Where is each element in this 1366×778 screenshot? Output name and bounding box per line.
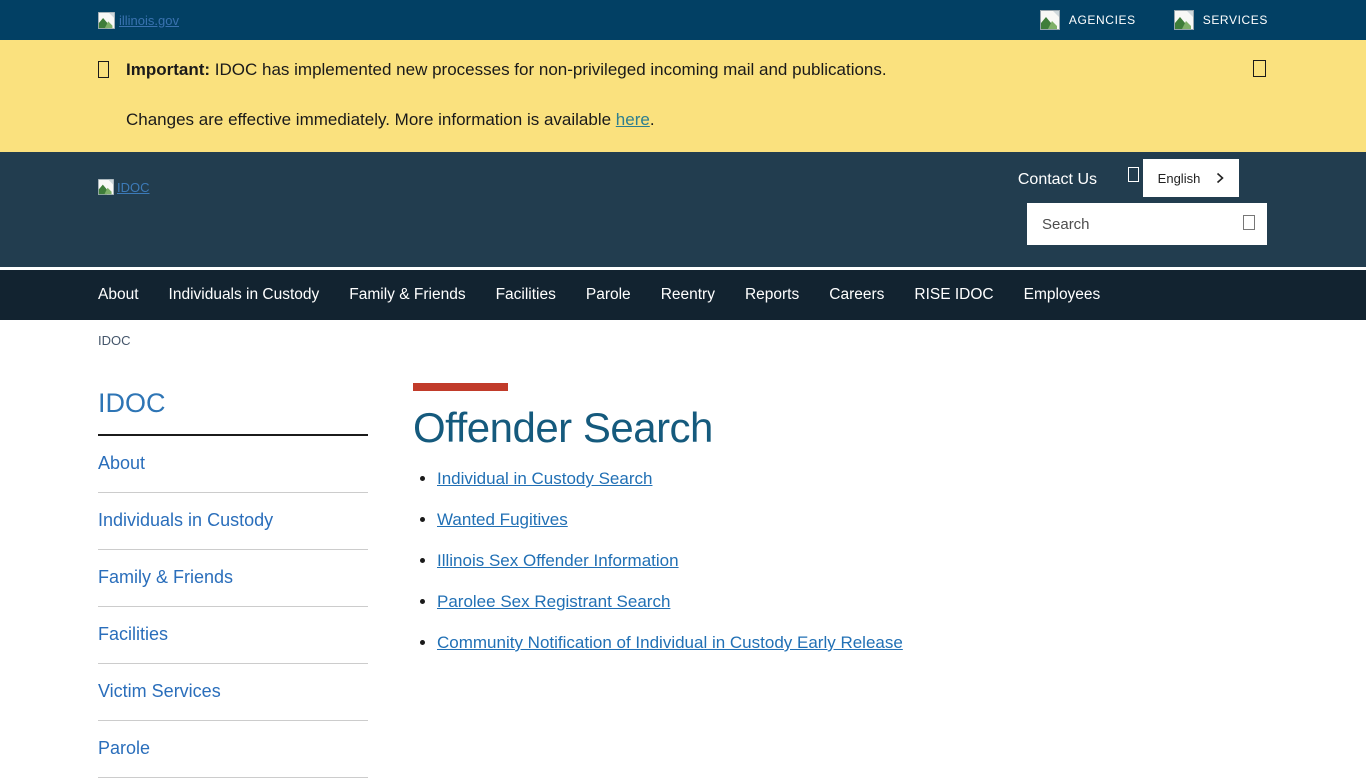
link-community-notification-early-release[interactable]: Community Notification of Individual in … bbox=[437, 633, 903, 652]
sidebar-title-idoc[interactable]: IDOC bbox=[98, 388, 368, 436]
nav-item-parole[interactable]: Parole bbox=[586, 286, 631, 304]
illinois-gov-logo-alt: illinois.gov bbox=[119, 13, 179, 28]
link-illinois-sex-offender-information[interactable]: Illinois Sex Offender Information bbox=[437, 551, 679, 570]
nav-item-about[interactable]: About bbox=[98, 286, 139, 304]
nav-item-family-friends[interactable]: Family & Friends bbox=[349, 286, 465, 304]
sidebar-list: About Individuals in Custody Family & Fr… bbox=[98, 436, 368, 778]
utility-links: AGENCIES SERVICES bbox=[1040, 10, 1268, 30]
list-item: Individual in Custody Search bbox=[437, 469, 903, 489]
services-link[interactable]: SERVICES bbox=[1174, 10, 1268, 30]
close-icon[interactable] bbox=[1253, 60, 1266, 77]
list-item: About bbox=[98, 436, 368, 493]
nav-item-careers[interactable]: Careers bbox=[829, 286, 884, 304]
link-individual-in-custody-search[interactable]: Individual in Custody Search bbox=[437, 469, 652, 488]
list-item: Facilities bbox=[98, 607, 368, 664]
page-content: IDOC About Individuals in Custody Family… bbox=[0, 353, 1366, 778]
search-input[interactable] bbox=[1040, 215, 1243, 234]
idoc-logo-alt: IDOC bbox=[117, 180, 150, 195]
sidebar-item-parole[interactable]: Parole bbox=[98, 721, 368, 777]
sidebar-item-family-friends[interactable]: Family & Friends bbox=[98, 550, 368, 606]
main-section: Offender Search Individual in Custody Se… bbox=[413, 353, 903, 674]
alert-line-1: Important: IDOC has implemented new proc… bbox=[98, 60, 1268, 80]
broken-image-icon bbox=[1040, 10, 1060, 30]
language-globe-icon-placeholder[interactable] bbox=[1128, 167, 1139, 182]
alert-line-2: Changes are effective immediately. More … bbox=[98, 110, 1268, 130]
alert-message: IDOC has implemented new processes for n… bbox=[215, 60, 887, 79]
offender-search-links: Individual in Custody Search Wanted Fugi… bbox=[413, 469, 903, 653]
alert-important-label: Important: bbox=[126, 60, 210, 79]
list-item: Community Notification of Individual in … bbox=[437, 633, 903, 653]
broken-image-icon bbox=[98, 179, 114, 195]
list-item: Parolee Sex Registrant Search bbox=[437, 592, 903, 612]
link-parolee-sex-registrant-search[interactable]: Parolee Sex Registrant Search bbox=[437, 592, 670, 611]
broken-image-icon bbox=[1174, 10, 1194, 30]
sidebar-item-about[interactable]: About bbox=[98, 436, 368, 492]
list-item: Family & Friends bbox=[98, 550, 368, 607]
site-search bbox=[1027, 203, 1267, 245]
alert-here-link[interactable]: here bbox=[616, 110, 650, 129]
language-label: English bbox=[1158, 171, 1201, 186]
alert-line2-text: Changes are effective immediately. More … bbox=[126, 110, 611, 129]
nav-item-reports[interactable]: Reports bbox=[745, 286, 799, 304]
list-item: Wanted Fugitives bbox=[437, 510, 903, 530]
contact-us-link[interactable]: Contact Us bbox=[1018, 171, 1097, 189]
utility-bar: illinois.gov AGENCIES SERVICES bbox=[0, 0, 1366, 40]
search-icon-placeholder bbox=[1243, 215, 1255, 230]
accent-bar bbox=[413, 383, 508, 391]
list-item: Individuals in Custody bbox=[98, 493, 368, 550]
primary-nav: About Individuals in Custody Family & Fr… bbox=[0, 267, 1366, 320]
illinois-gov-logo-link[interactable]: illinois.gov bbox=[98, 12, 179, 29]
nav-item-facilities[interactable]: Facilities bbox=[496, 286, 556, 304]
warning-icon-placeholder bbox=[98, 61, 109, 78]
alert-text: Important: IDOC has implemented new proc… bbox=[126, 60, 887, 80]
nav-item-individuals-in-custody[interactable]: Individuals in Custody bbox=[169, 286, 320, 304]
sidebar-nav: IDOC About Individuals in Custody Family… bbox=[98, 388, 368, 778]
sidebar-item-facilities[interactable]: Facilities bbox=[98, 607, 368, 663]
alert-line2-period: . bbox=[650, 110, 655, 129]
list-item: Parole bbox=[98, 721, 368, 778]
site-header: IDOC Contact Us English bbox=[0, 152, 1366, 267]
page-title: Offender Search bbox=[413, 404, 903, 452]
language-selector-button[interactable]: English bbox=[1143, 159, 1239, 197]
breadcrumb-idoc[interactable]: IDOC bbox=[98, 333, 131, 348]
list-item: Illinois Sex Offender Information bbox=[437, 551, 903, 571]
sidebar-item-victim-services[interactable]: Victim Services bbox=[98, 664, 368, 720]
alert-banner: Important: IDOC has implemented new proc… bbox=[0, 40, 1366, 152]
sidebar-item-individuals-in-custody[interactable]: Individuals in Custody bbox=[98, 493, 368, 549]
nav-item-reentry[interactable]: Reentry bbox=[661, 286, 715, 304]
nav-item-rise-idoc[interactable]: RISE IDOC bbox=[914, 286, 993, 304]
agencies-link[interactable]: AGENCIES bbox=[1040, 10, 1136, 30]
nav-item-employees[interactable]: Employees bbox=[1024, 286, 1101, 304]
services-label: SERVICES bbox=[1203, 13, 1268, 27]
list-item: Victim Services bbox=[98, 664, 368, 721]
idoc-logo-link[interactable]: IDOC bbox=[98, 179, 150, 195]
search-icon[interactable] bbox=[1243, 215, 1255, 233]
agencies-label: AGENCIES bbox=[1069, 13, 1136, 27]
chevron-right-icon bbox=[1216, 172, 1224, 184]
link-wanted-fugitives[interactable]: Wanted Fugitives bbox=[437, 510, 568, 529]
breadcrumb: IDOC bbox=[0, 320, 1366, 353]
broken-image-icon bbox=[98, 12, 115, 29]
